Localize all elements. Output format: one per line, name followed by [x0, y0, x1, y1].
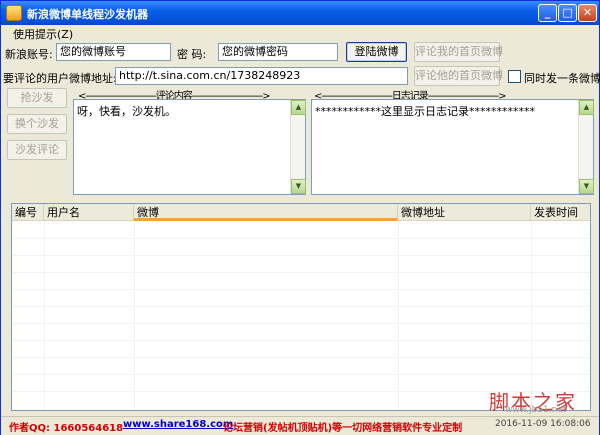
password-label: 密 码:	[177, 48, 207, 61]
row-divider	[12, 238, 590, 239]
grab-sofa-button[interactable]: 抢沙发	[7, 88, 67, 108]
site-watermark-url: www.jb51.net	[505, 405, 567, 415]
scroll-up-icon[interactable]: ▲	[579, 100, 594, 115]
comment-my-feed-button[interactable]: 评论我的首页微博	[414, 42, 503, 62]
site-link[interactable]: www.share168.com	[123, 419, 233, 430]
log-scrollbar[interactable]: ▲ ▼	[578, 100, 594, 194]
ad-text: 论坛营销(发帖机顶贴机)等一切网络营销软件专业定制	[223, 423, 463, 434]
also-post-checkbox[interactable]	[508, 70, 521, 83]
minimize-button[interactable]: _	[538, 4, 557, 22]
comment-text: 呀，快看，沙发机。	[77, 105, 176, 118]
scroll-down-icon[interactable]: ▼	[579, 179, 594, 194]
column-divider	[531, 221, 532, 410]
login-button[interactable]: 登陆微博	[346, 42, 407, 62]
row-divider	[12, 306, 590, 307]
comment-textarea[interactable]: 呀，快看，沙发机。 ▲ ▼	[73, 99, 306, 195]
window-title: 新浪微博单线程沙发机器	[27, 8, 148, 21]
column-header-weibo-url[interactable]: 微博地址	[398, 204, 531, 221]
column-divider	[134, 221, 135, 410]
row-divider	[12, 255, 590, 256]
column-header-id[interactable]: 编号	[12, 204, 44, 221]
also-post-label: 同时发一条微博	[524, 72, 600, 85]
title-bar[interactable]: 新浪微博单线程沙发机器 _ □ ✕	[1, 1, 599, 25]
scroll-down-icon[interactable]: ▼	[291, 179, 306, 194]
password-input[interactable]: 您的微博密码	[218, 43, 338, 61]
row-divider	[12, 374, 590, 375]
author-qq: 作者QQ: 1660564618	[9, 423, 124, 434]
column-divider	[398, 221, 399, 410]
log-text: ************这里显示日志记录************	[315, 105, 535, 118]
sofa-comment-button[interactable]: 沙发评论	[7, 140, 67, 160]
close-button[interactable]: ✕	[578, 4, 597, 22]
account-label: 新浪账号:	[5, 48, 53, 61]
row-divider	[12, 272, 590, 273]
comment-scrollbar[interactable]: ▲ ▼	[290, 100, 306, 194]
results-table[interactable]: 编号 用户名 微博 微博地址 发表时间	[11, 203, 591, 411]
target-url-label: 要评论的用户微博地址:	[3, 72, 117, 85]
switch-sofa-button[interactable]: 换个沙发	[7, 114, 67, 134]
status-bar: 作者QQ: 1660564618 www.share168.com 论坛营销(发…	[1, 416, 599, 435]
table-header: 编号 用户名 微博 微博地址 发表时间	[12, 204, 590, 221]
row-divider	[12, 323, 590, 324]
menu-help[interactable]: 使用提示(Z)	[13, 26, 73, 42]
column-header-time[interactable]: 发表时间	[531, 204, 590, 221]
comment-his-feed-button[interactable]: 评论他的首页微博	[414, 66, 503, 86]
column-header-username[interactable]: 用户名	[44, 204, 134, 221]
target-url-input[interactable]: http://t.sina.com.cn/1738248923	[115, 67, 408, 85]
column-divider	[44, 221, 45, 410]
scroll-up-icon[interactable]: ▲	[291, 100, 306, 115]
maximize-button[interactable]: □	[558, 4, 577, 22]
app-icon	[6, 5, 22, 21]
column-header-weibo[interactable]: 微博	[134, 204, 398, 221]
status-datetime: 2016-11-09 16:08:06	[495, 419, 591, 429]
row-divider	[12, 340, 590, 341]
row-divider	[12, 357, 590, 358]
account-input[interactable]: 您的微博账号	[56, 43, 171, 61]
row-divider	[12, 289, 590, 290]
menu-bar: 使用提示(Z)	[1, 25, 599, 41]
app-window: 新浪微博单线程沙发机器 _ □ ✕ 使用提示(Z) 新浪账号: 您的微博账号 密…	[0, 0, 600, 435]
log-textarea[interactable]: ************这里显示日志记录************ ▲ ▼	[311, 99, 594, 195]
